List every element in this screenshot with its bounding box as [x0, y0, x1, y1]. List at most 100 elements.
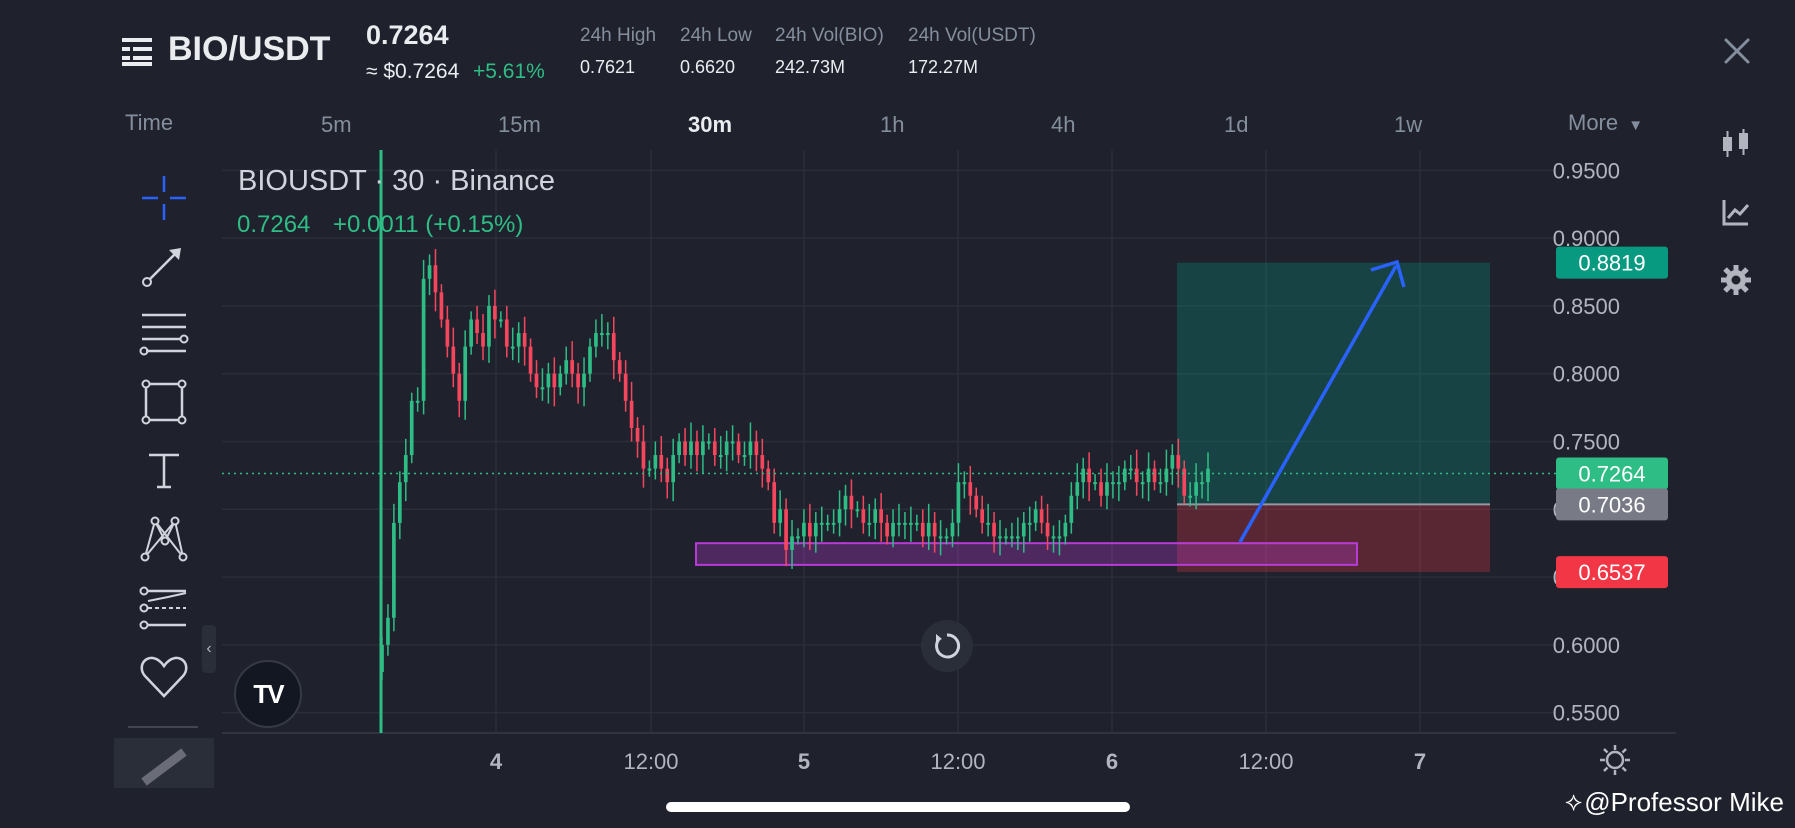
- candle-body: [528, 346, 533, 374]
- candle-body: [784, 509, 788, 550]
- candle-body: [1188, 495, 1193, 498]
- candle-body: [522, 333, 527, 347]
- candle-body: [891, 522, 895, 537]
- candle-body: [861, 509, 866, 523]
- candle-body: [1010, 536, 1014, 539]
- candle-body: [499, 319, 503, 322]
- candle-body: [397, 482, 402, 523]
- candle-body: [451, 346, 456, 374]
- candle-body: [594, 333, 598, 347]
- chart-last-value: 0.7264: [237, 211, 311, 238]
- candle-body: [392, 522, 396, 618]
- candle-body: [493, 305, 497, 320]
- candle-body: [1033, 509, 1038, 523]
- y-axis-label: 0.6000: [1553, 633, 1620, 658]
- candle-body: [475, 319, 479, 334]
- chart-symbol-title: BIOUSDT · 30 · Binance: [238, 165, 555, 197]
- candle-body: [1146, 468, 1151, 483]
- home-indicator: [666, 802, 1130, 812]
- candle-body: [986, 522, 990, 525]
- candle-body: [962, 482, 967, 485]
- candle-body: [445, 319, 450, 347]
- candle-body: [481, 333, 485, 347]
- candle-body: [600, 333, 604, 336]
- candle-body: [831, 522, 836, 525]
- candle-body: [926, 522, 931, 537]
- candle-body: [629, 400, 634, 428]
- candle-body: [772, 482, 777, 523]
- candle-body: [1152, 468, 1157, 483]
- y-axis-label: 0.7500: [1553, 430, 1620, 455]
- candle-body: [1200, 482, 1204, 485]
- candle-body: [689, 441, 693, 456]
- candle-body: [1021, 522, 1026, 537]
- candle-body: [748, 441, 753, 456]
- profit-zone: [1177, 262, 1490, 505]
- candle-body: [974, 495, 979, 510]
- chart-change: +0.0011 (+0.15%): [333, 211, 524, 238]
- chart-settings-icon[interactable]: [1598, 743, 1632, 777]
- candle-body: [742, 455, 747, 458]
- candle-body: [427, 265, 432, 279]
- candle-body: [1093, 482, 1097, 485]
- candle-body: [1105, 482, 1109, 496]
- candle-body: [760, 455, 765, 469]
- candle-body: [623, 373, 628, 401]
- candle-body: [647, 468, 652, 471]
- candle-body: [1164, 468, 1169, 483]
- candle-body: [433, 265, 438, 293]
- candle-body: [635, 427, 640, 442]
- y-axis-label: 0.5500: [1553, 701, 1620, 726]
- candle-body: [546, 373, 551, 388]
- candle-body: [980, 509, 985, 523]
- candle-body: [1045, 522, 1050, 537]
- candle-body: [1075, 482, 1080, 496]
- x-axis-label: 6: [1106, 749, 1118, 774]
- tradingview-logo: TV: [234, 660, 302, 728]
- candle-body: [837, 509, 842, 523]
- candle-body: [950, 522, 955, 537]
- candle-body: [1176, 455, 1181, 469]
- candle-body: [813, 522, 818, 537]
- candle-body: [808, 522, 812, 537]
- candle-body: [843, 495, 848, 510]
- candle-body: [903, 522, 907, 525]
- candle-body: [920, 522, 925, 537]
- candle-body: [403, 455, 408, 483]
- candle-body: [617, 360, 622, 374]
- candle-body: [1117, 482, 1121, 485]
- candle-body: [802, 522, 806, 537]
- candle-body: [867, 522, 872, 525]
- candle-body: [944, 536, 949, 539]
- binance-diamond-icon: ⟡: [1565, 786, 1583, 816]
- candle-body: [1122, 468, 1127, 483]
- x-axis-label: 12:00: [1238, 749, 1293, 774]
- candle-body: [653, 455, 658, 469]
- candle-body: [730, 441, 735, 444]
- candle-body: [879, 509, 884, 523]
- candle-body: [968, 482, 973, 496]
- reset-icon[interactable]: [921, 620, 973, 672]
- candle-body: [1206, 468, 1210, 483]
- x-axis-label: 7: [1414, 749, 1426, 774]
- candle-body: [873, 509, 878, 523]
- candle-body: [564, 360, 569, 374]
- candle-body: [1004, 536, 1008, 539]
- candle-body: [849, 495, 854, 510]
- candle-body: [701, 441, 705, 456]
- candle-body: [380, 644, 384, 672]
- candle-body: [1087, 468, 1091, 483]
- candle-body: [1099, 482, 1103, 496]
- candle-body: [712, 441, 717, 456]
- candle-body: [534, 373, 539, 388]
- candle-body: [1128, 468, 1133, 471]
- candle-body: [932, 522, 937, 537]
- price-tag-label: 0.8819: [1578, 251, 1645, 276]
- x-axis-label: 4: [490, 749, 503, 774]
- candle-body: [736, 441, 741, 456]
- candle-body: [576, 373, 580, 388]
- candle-body: [1158, 482, 1163, 485]
- candle-body: [695, 441, 699, 456]
- price-tag-label: 0.6537: [1578, 560, 1645, 585]
- candle-body: [938, 536, 943, 539]
